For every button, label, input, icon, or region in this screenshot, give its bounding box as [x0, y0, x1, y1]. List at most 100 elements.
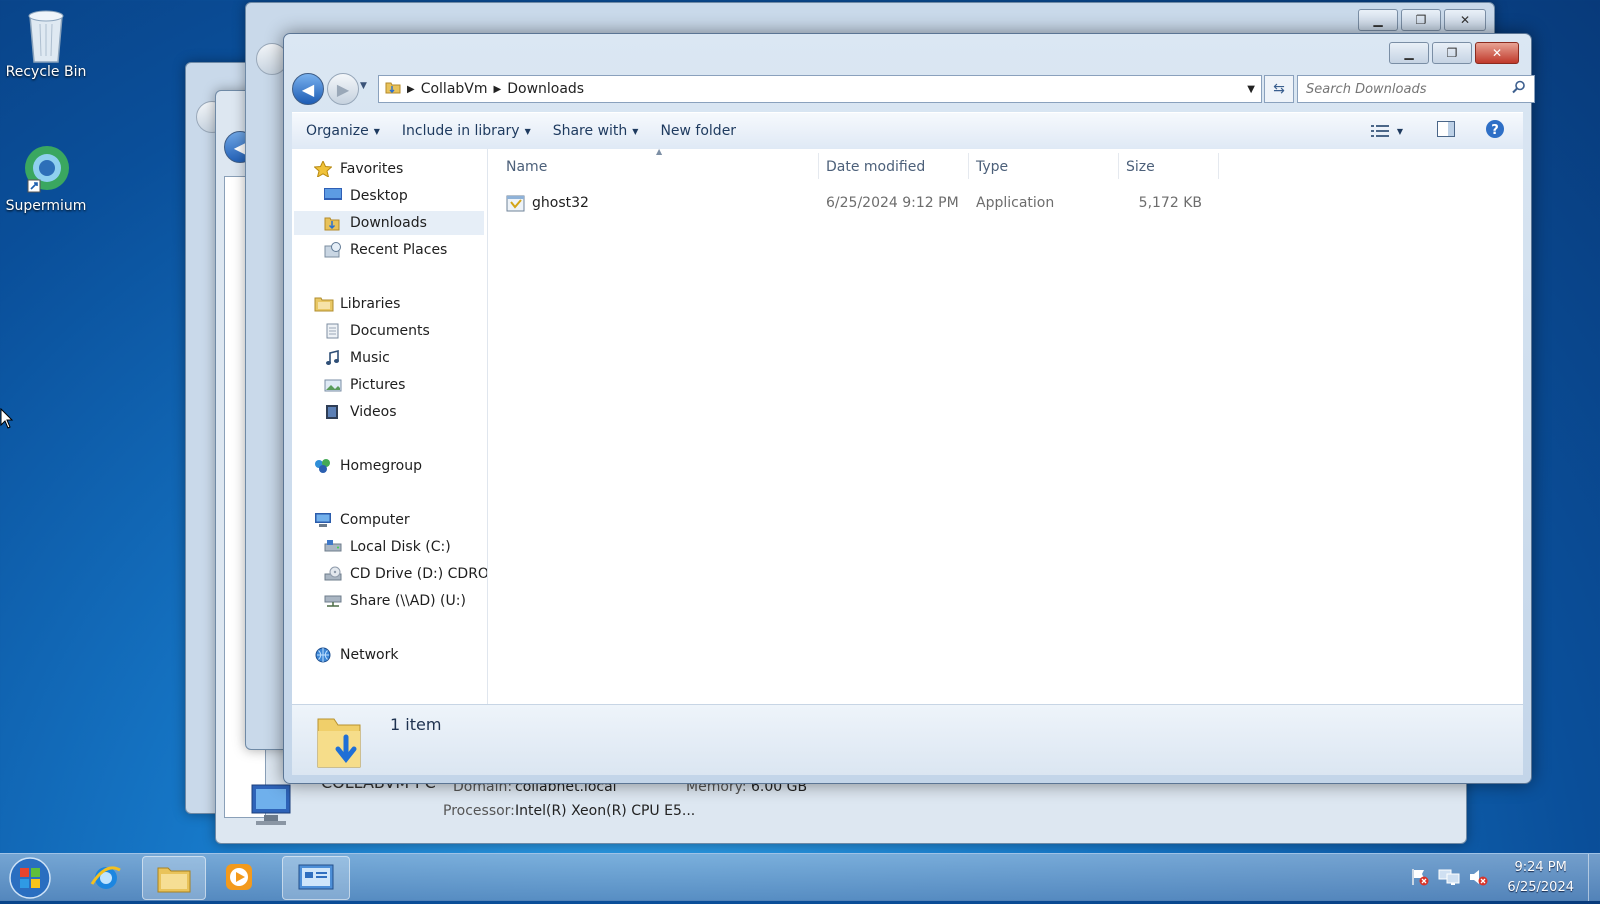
nav-label: Documents — [350, 323, 430, 339]
new-folder-button[interactable]: New folder — [660, 123, 736, 139]
column-separator — [1218, 153, 1219, 179]
preview-pane-button[interactable] — [1437, 121, 1455, 141]
clock-date: 6/25/2024 — [1507, 880, 1574, 895]
nav-label: Videos — [350, 404, 397, 420]
nav-cd-drive[interactable]: CD Drive (D:) CDROM — [324, 562, 487, 586]
include-in-library-label: Include in library — [401, 123, 520, 139]
nav-label: Libraries — [340, 296, 401, 312]
svg-text:?: ? — [1491, 123, 1499, 138]
chevron-down-icon: ▼ — [632, 126, 639, 136]
system-clock[interactable]: 9:24 PM 6/25/2024 — [1507, 858, 1574, 898]
include-in-library-button[interactable]: Include in library ▼ — [402, 123, 531, 139]
nav-homegroup[interactable]: Homegroup — [314, 454, 422, 478]
downloads-folder-icon — [324, 215, 342, 231]
chevron-right-icon: ▶ — [493, 83, 502, 95]
command-bar: Organize ▼ Include in library ▼ Share with… — [292, 112, 1523, 150]
breadcrumb-downloads[interactable]: Downloads — [507, 81, 584, 97]
column-header-size[interactable]: Size — [1126, 155, 1216, 179]
organize-button[interactable]: Organize ▼ — [306, 123, 380, 139]
share-with-button[interactable]: Share with ▼ — [553, 123, 639, 139]
column-separator — [818, 153, 819, 179]
navigation-bar: ◀ ▶ ▼ ▶ CollabVm ▶ Downloads ▼ ⇆ — [292, 72, 1535, 106]
close-button[interactable]: ✕ — [1444, 9, 1486, 31]
column-header-date-modified[interactable]: Date modified — [826, 155, 966, 179]
taskbar-media-player[interactable] — [208, 856, 270, 898]
caption-buttons: ▁ ❐ ✕ — [1389, 42, 1519, 64]
desktop-icon-label: Recycle Bin — [5, 64, 87, 80]
nav-videos[interactable]: Videos — [324, 400, 397, 424]
nav-favorites[interactable]: Favorites — [313, 157, 404, 181]
desktop-icon — [324, 188, 342, 204]
nav-desktop[interactable]: Desktop — [324, 184, 408, 208]
nav-network[interactable]: Network — [314, 643, 398, 667]
nav-computer[interactable]: Computer — [314, 508, 410, 532]
table-row[interactable]: ghost32 6/25/2024 9:12 PM Application 5,… — [498, 192, 1218, 216]
address-bar[interactable]: ▶ CollabVm ▶ Downloads ▼ — [378, 75, 1262, 103]
taskbar-windows-explorer[interactable] — [142, 856, 206, 900]
nav-label: Share (\\AD) (U:) — [350, 593, 466, 609]
column-header-type[interactable]: Type — [976, 155, 1116, 179]
refresh-button[interactable]: ⇆ — [1264, 75, 1294, 103]
chevron-down-icon[interactable]: ▼ — [1247, 84, 1255, 95]
nav-label: Favorites — [340, 161, 404, 177]
column-header-name[interactable]: Name — [506, 155, 816, 179]
search-icon[interactable] — [1512, 80, 1526, 98]
new-folder-label: New folder — [660, 123, 737, 139]
minimize-button[interactable]: ▁ — [1389, 42, 1429, 64]
taskbar-system-window[interactable] — [282, 856, 350, 900]
volume-muted-icon[interactable] — [1468, 868, 1488, 890]
downloads-folder-icon — [314, 711, 366, 773]
desktop-icon-supermium[interactable]: Supermium — [4, 140, 88, 214]
file-type: Application — [976, 195, 1055, 211]
share-with-label: Share with — [552, 123, 628, 139]
nav-downloads[interactable]: Downloads — [294, 211, 484, 235]
recycle-bin-icon — [22, 6, 70, 63]
change-view-button[interactable]: ▼ — [1370, 124, 1403, 138]
libraries-icon — [314, 296, 334, 312]
restore-button[interactable]: ❐ — [1401, 9, 1441, 31]
back-button[interactable]: ◀ — [292, 73, 324, 105]
nav-pictures[interactable]: Pictures — [324, 373, 405, 397]
details-pane: 1 item — [292, 704, 1523, 775]
column-type-label: Type — [976, 159, 1009, 175]
computer-icon — [246, 781, 298, 831]
start-button[interactable] — [8, 856, 52, 900]
caption-buttons: ▁ ❐ ✕ — [1358, 9, 1486, 31]
search-box[interactable] — [1297, 75, 1535, 103]
column-size-label: Size — [1126, 159, 1155, 175]
desktop-icon-recycle-bin[interactable]: Recycle Bin — [4, 6, 88, 80]
search-input[interactable] — [1298, 80, 1508, 98]
star-icon — [313, 159, 333, 179]
nav-libraries[interactable]: Libraries — [314, 292, 400, 316]
restore-button[interactable]: ❐ — [1432, 42, 1472, 64]
nav-music[interactable]: Music — [324, 346, 390, 370]
organize-label: Organize — [306, 123, 369, 139]
breadcrumb-collabvm[interactable]: CollabVm — [421, 81, 488, 97]
nav-label: Local Disk (C:) — [350, 539, 451, 555]
videos-icon — [324, 404, 342, 420]
file-size: 5,172 KB — [1138, 195, 1202, 211]
action-center-icon[interactable] — [1410, 868, 1430, 890]
navigation-pane: Favorites Desktop Downloads Recent Place… — [292, 149, 488, 704]
taskbar-internet-explorer[interactable] — [75, 856, 137, 898]
recent-pages-dropdown-icon[interactable]: ▼ — [360, 81, 367, 91]
cd-drive-icon — [324, 566, 342, 582]
chevron-down-icon: ▼ — [1396, 126, 1403, 136]
nav-label: Recent Places — [350, 242, 448, 258]
show-desktop-button[interactable] — [1588, 854, 1600, 901]
pictures-icon — [324, 377, 342, 393]
close-button[interactable]: ✕ — [1475, 42, 1519, 64]
nav-documents[interactable]: Documents — [324, 319, 430, 343]
minimize-button[interactable]: ▁ — [1358, 9, 1398, 31]
nav-share-drive[interactable]: Share (\\AD) (U:) — [324, 589, 466, 613]
nav-recent-places[interactable]: Recent Places — [324, 238, 447, 262]
network-status-icon[interactable] — [1438, 868, 1460, 890]
explorer-window[interactable]: ▁ ❐ ✕ ◀ ▶ ▼ ▶ CollabVm ▶ Downloads ▼ ⇆ O… — [283, 33, 1535, 784]
nav-local-disk[interactable]: Local Disk (C:) — [324, 535, 451, 559]
chevron-down-icon: ▼ — [373, 126, 380, 136]
column-separator — [1118, 153, 1119, 179]
help-button[interactable]: ? — [1485, 119, 1505, 143]
application-icon — [506, 193, 526, 217]
documents-icon — [324, 323, 342, 339]
forward-button[interactable]: ▶ — [327, 73, 359, 105]
